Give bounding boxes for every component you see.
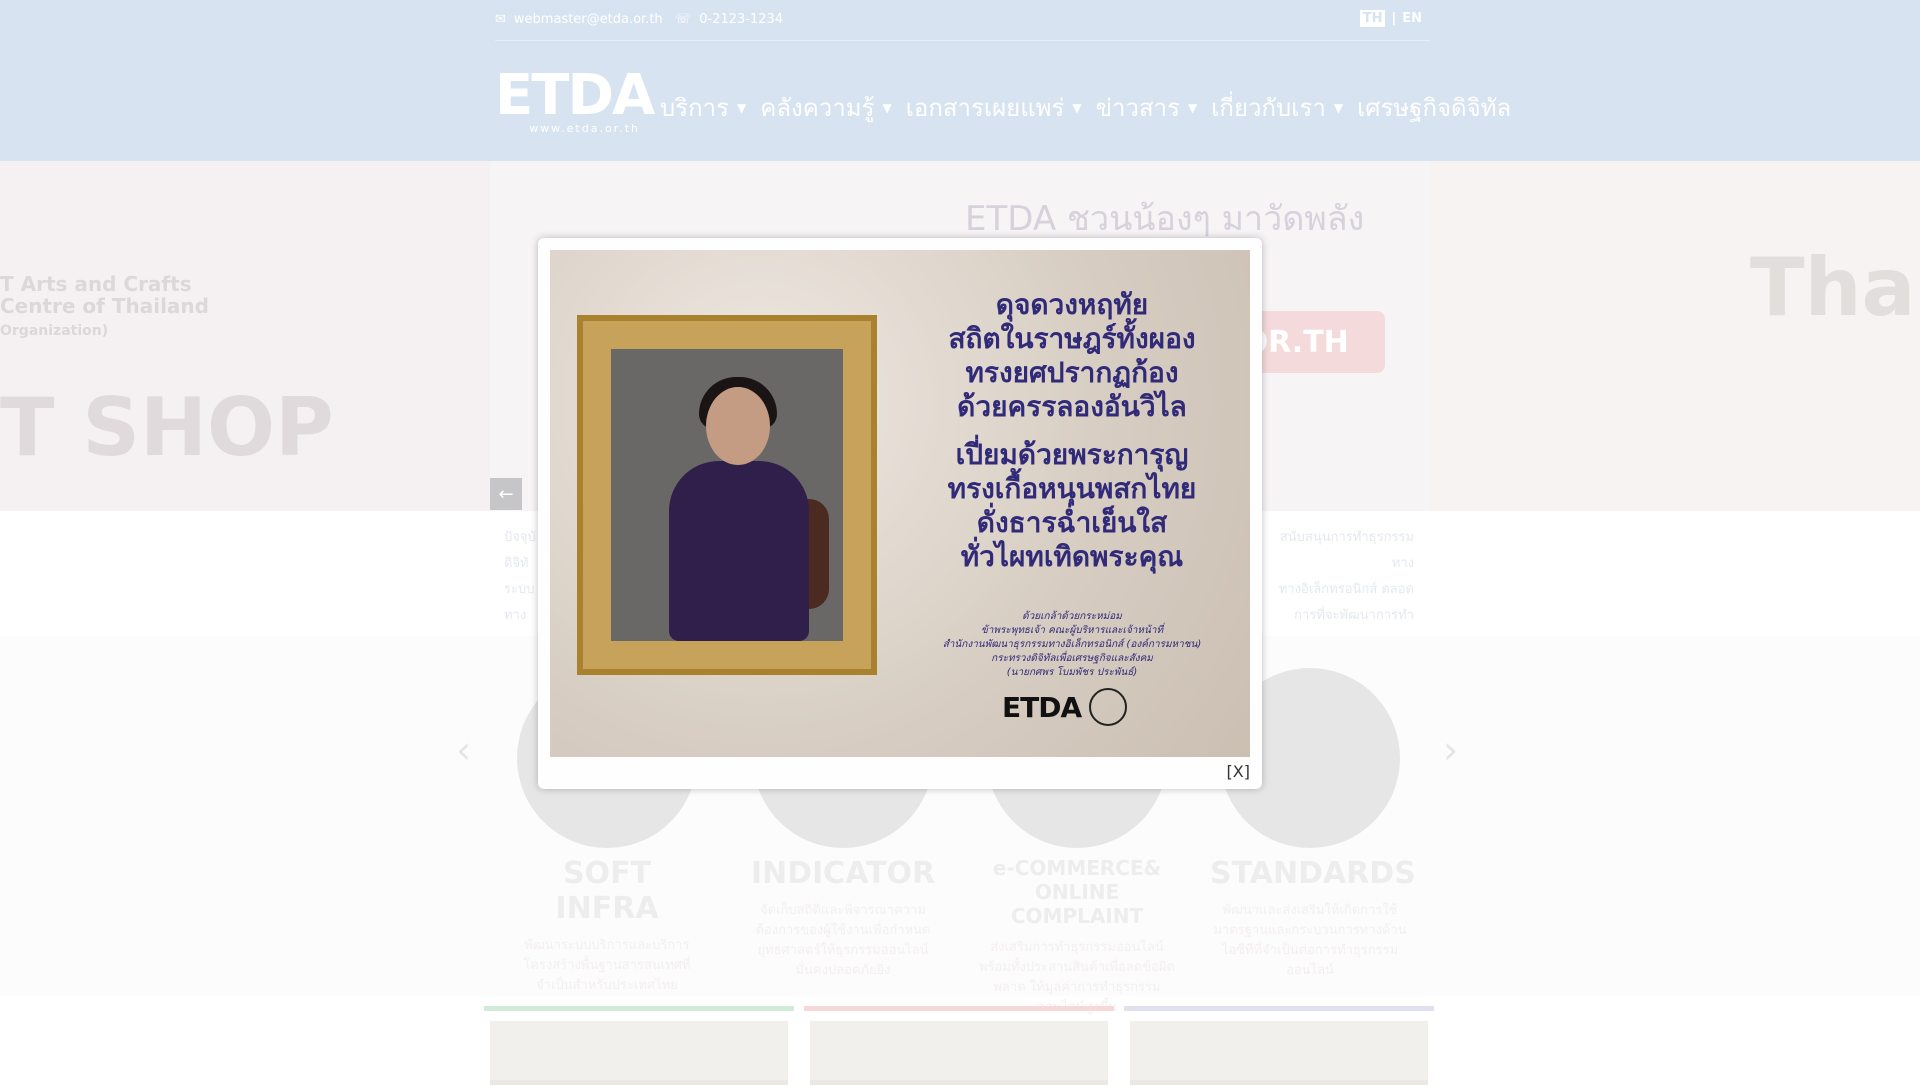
- poem-line: เปี่ยมด้วยพระการุญ: [955, 438, 1189, 471]
- poem-line: ด้วยครรลองอันวิไล: [957, 390, 1187, 423]
- announcement-modal: ดุจดวงหฤทัย สถิตในราษฎร์ทั้งผอง ทรงยศปรา…: [538, 238, 1262, 789]
- tribute-credits: ด้วยเกล้าด้วยกระหม่อม ข้าพระพุทธเจ้า คณะ…: [902, 610, 1242, 680]
- popup-logos: ETDA: [1002, 688, 1128, 726]
- portrait-face: [706, 387, 770, 465]
- poem-line: ทรงยศปรากฏก้อง: [965, 356, 1179, 389]
- portrait-frame: [577, 315, 877, 675]
- poem-line: ทรงเกื้อหนุนพสกไทย: [947, 472, 1197, 505]
- portrait: [611, 349, 843, 641]
- credit-line: กระทรวงดิจิทัลเพื่อเศรษฐกิจและสังคม: [991, 653, 1153, 664]
- poem-gap: [902, 424, 1242, 438]
- credit-line: (นายกศพร โบมพัชร ประพันธ์): [1006, 667, 1138, 678]
- close-button[interactable]: [X]: [1227, 762, 1250, 781]
- poem-line: ดุจดวงหฤทัย: [995, 288, 1149, 321]
- poem-line: ดั่งธารฉ่ำเย็นใส: [976, 506, 1168, 539]
- credit-line: สำนักงานพัฒนาธุรกรรมทางอิเล็กทรอนิกส์ (อ…: [942, 639, 1202, 650]
- tribute-poem: ดุจดวงหฤทัย สถิตในราษฎร์ทั้งผอง ทรงยศปรา…: [902, 288, 1242, 574]
- credit-line: ข้าพระพุทธเจ้า คณะผู้บริหารและเจ้าหน้าที…: [980, 625, 1164, 636]
- seal-icon: [1089, 688, 1128, 726]
- portrait-figure: [669, 461, 809, 641]
- popup-etda-logo: ETDA: [1002, 690, 1082, 724]
- tribute-image: ดุจดวงหฤทัย สถิตในราษฎร์ทั้งผอง ทรงยศปรา…: [550, 250, 1250, 757]
- poem-line: สถิตในราษฎร์ทั้งผอง: [948, 322, 1196, 355]
- poem-line: ทั่วไผทเทิดพระคุณ: [960, 540, 1184, 573]
- credit-line: ด้วยเกล้าด้วยกระหม่อม: [1022, 611, 1122, 622]
